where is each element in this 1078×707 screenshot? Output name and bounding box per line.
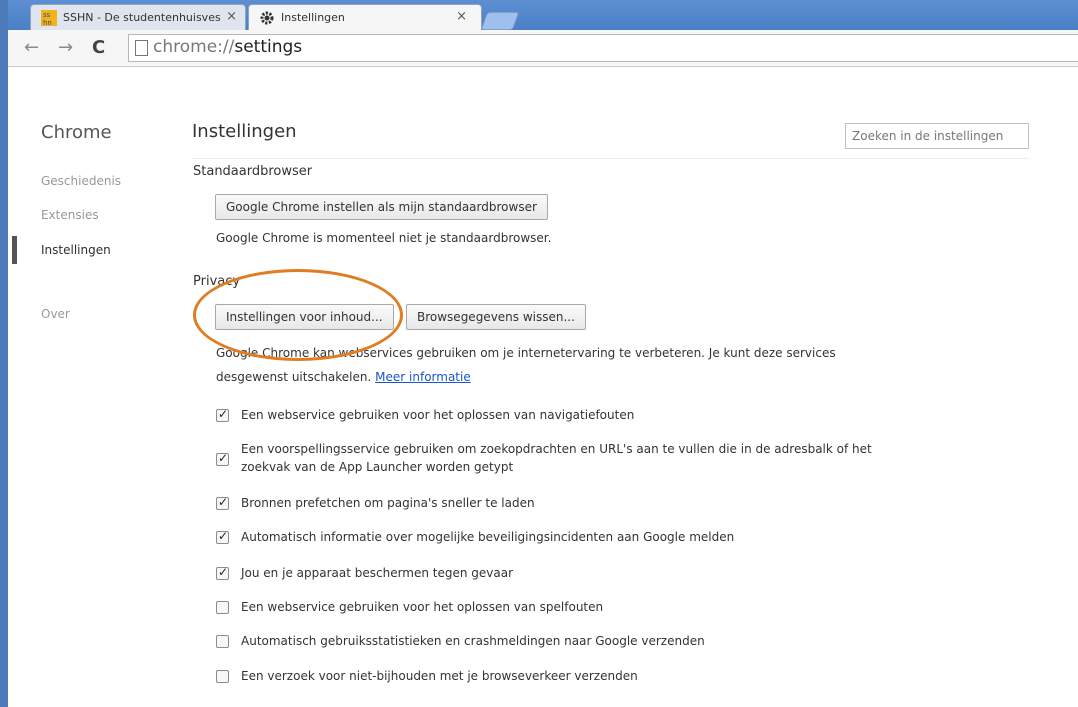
checkmark-icon: ✓	[218, 495, 229, 509]
checkbox[interactable]	[216, 670, 229, 683]
section-default-browser: Standaardbrowser	[193, 164, 313, 179]
checkbox[interactable]: ✓	[216, 565, 229, 580]
option-label: Jou en je apparaat beschermen tegen geva…	[241, 566, 514, 580]
checkmark-icon: ✓	[218, 451, 229, 465]
option-label: Een webservice gebruiken voor het oploss…	[241, 600, 604, 614]
tab-title: Instellingen	[281, 11, 345, 24]
page-title: Instellingen	[192, 121, 297, 142]
svg-text:ss: ss	[43, 11, 51, 19]
reload-icon[interactable]: C	[92, 37, 105, 58]
toolbar: ← → C chrome://settings	[8, 30, 1078, 67]
checkbox[interactable]: ✓	[216, 407, 229, 422]
set-default-browser-button[interactable]: Google Chrome instellen als mijn standaa…	[215, 194, 548, 220]
privacy-description-line2: desgewenst uitschakelen. Meer informatie	[216, 370, 471, 384]
checkmark-icon: ✓	[218, 565, 229, 579]
sidebar-item-about[interactable]: Over	[41, 307, 70, 321]
svg-text:hn: hn	[43, 19, 52, 26]
checkbox[interactable]: ✓	[216, 495, 229, 510]
option-label: Een voorspellingsservice gebruiken om zo…	[241, 442, 872, 456]
option-label: Automatisch gebruiksstatistieken en cras…	[241, 634, 705, 648]
more-info-link[interactable]: Meer informatie	[375, 370, 471, 384]
sshn-logo-icon: ss hn	[41, 10, 57, 26]
sidebar-item-extensions[interactable]: Extensies	[41, 208, 99, 222]
option-label: Een webservice gebruiken voor het oploss…	[241, 408, 635, 422]
highlight-ellipse	[193, 269, 403, 361]
default-browser-status: Google Chrome is momenteel niet je stand…	[216, 231, 552, 245]
tab-settings[interactable]: Instellingen ×	[248, 4, 482, 31]
checkmark-icon: ✓	[218, 529, 229, 543]
window-border	[0, 0, 8, 707]
close-icon[interactable]: ×	[456, 9, 467, 24]
sidebar-item-settings[interactable]: Instellingen	[41, 243, 111, 257]
tab-sshn[interactable]: ss hn SSHN - De studentenhuisves ×	[30, 4, 246, 31]
forward-icon[interactable]: →	[58, 37, 73, 58]
gear-icon	[260, 11, 274, 25]
option-label: Automatisch informatie over mogelijke be…	[241, 530, 735, 544]
back-icon[interactable]: ←	[24, 37, 39, 58]
active-marker	[12, 236, 17, 264]
checkbox[interactable]: ✓	[216, 451, 229, 466]
option-label: Een verzoek voor niet-bijhouden met je b…	[241, 669, 638, 683]
tab-strip: ss hn SSHN - De studentenhuisves × Inste…	[0, 0, 1078, 31]
address-url: chrome://settings	[153, 37, 303, 57]
search-input[interactable]	[845, 123, 1029, 149]
sidebar-title: Chrome	[41, 122, 112, 143]
clear-browsing-data-button[interactable]: Browsegegevens wissen...	[406, 304, 586, 330]
header-divider	[192, 158, 1029, 159]
close-icon[interactable]: ×	[226, 9, 237, 24]
checkbox[interactable]	[216, 635, 229, 648]
option-label-line2: zoekvak van de App Launcher worden getyp…	[241, 460, 514, 474]
page-icon	[135, 40, 148, 56]
checkbox[interactable]	[216, 601, 229, 614]
new-tab-button[interactable]	[480, 12, 520, 30]
sidebar-item-history[interactable]: Geschiedenis	[41, 174, 121, 188]
checkbox[interactable]: ✓	[216, 529, 229, 544]
checkmark-icon: ✓	[218, 407, 229, 421]
option-label: Bronnen prefetchen om pagina's sneller t…	[241, 496, 535, 510]
address-bar[interactable]: chrome://settings	[128, 34, 1078, 62]
tab-title: SSHN - De studentenhuisves	[63, 11, 221, 24]
